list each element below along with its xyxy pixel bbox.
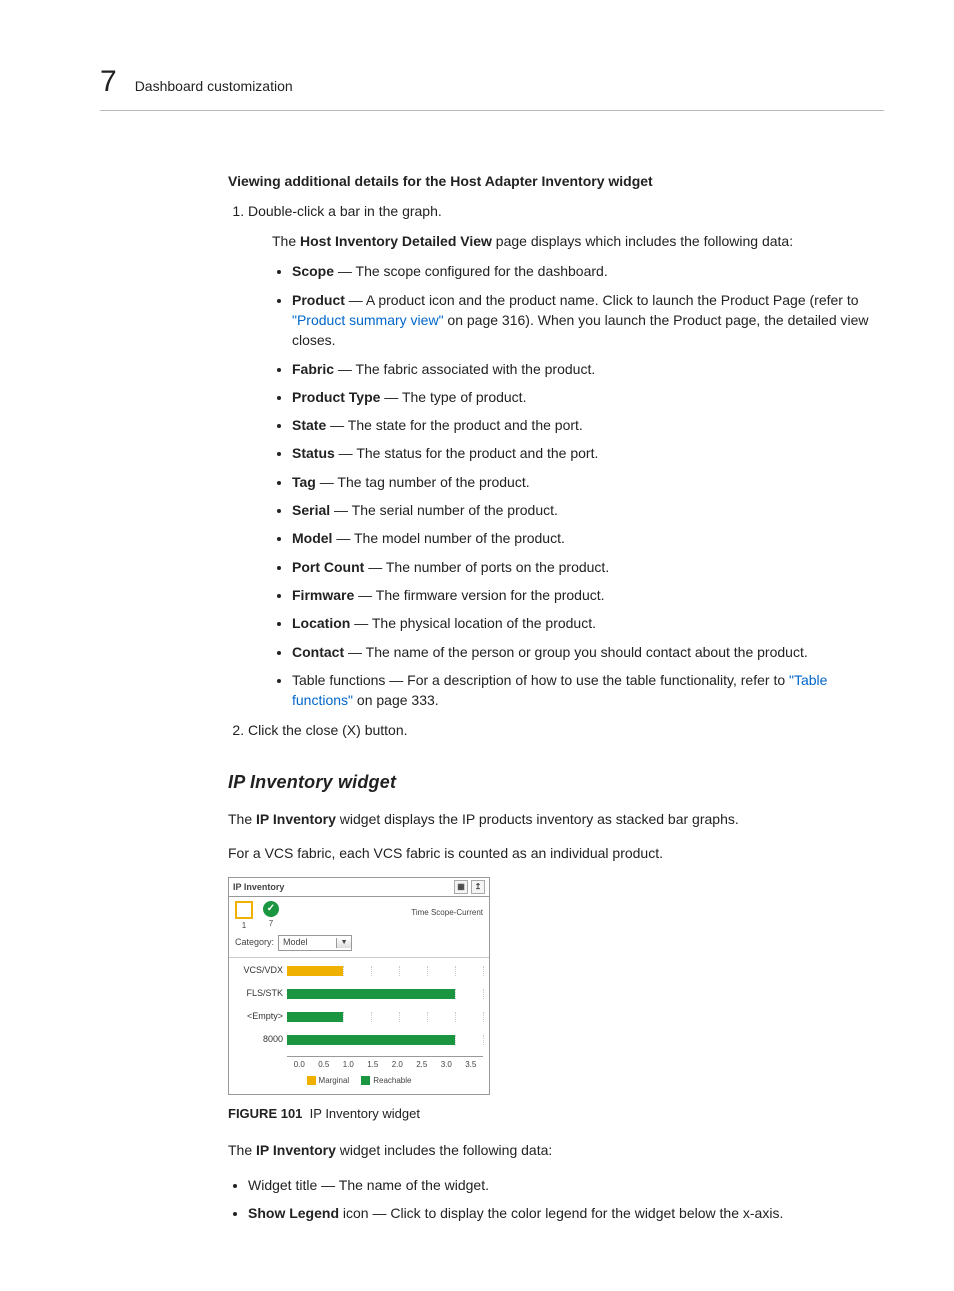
list-item: Product Type — The type of product. [292, 387, 874, 407]
x-tick: 2.5 [410, 1059, 435, 1071]
bar-segment[interactable] [287, 966, 343, 976]
chapter-number: 7 [100, 60, 117, 104]
ip-inventory-widget-figure: IP Inventory ▦ ↥ 1 ✓ 7 Time Scope-Curren… [228, 877, 490, 1095]
list-item: Show Legend icon — Click to display the … [248, 1203, 874, 1223]
list-item: Firmware — The firmware version for the … [292, 585, 874, 605]
category-select[interactable]: Model ▼ [278, 935, 352, 951]
chart-area: VCS/VDXFLS/STK<Empty>8000 0.00.51.01.52.… [229, 957, 489, 1094]
export-icon[interactable]: ↥ [471, 880, 485, 894]
product-summary-link[interactable]: "Product summary view" [292, 312, 444, 328]
bar-track [287, 1012, 483, 1022]
legend-reachable: Reachable [361, 1075, 411, 1087]
bar-label: <Empty> [235, 1010, 287, 1023]
bar-row[interactable]: 8000 [235, 1033, 483, 1046]
widget-title: IP Inventory [233, 881, 284, 894]
field-list: Scope — The scope configured for the das… [272, 261, 874, 710]
list-item: Location — The physical location of the … [292, 613, 874, 633]
list-item: State — The state for the product and th… [292, 415, 874, 435]
widget-status-row: 1 ✓ 7 Time Scope-Current [229, 897, 489, 934]
list-item: Table functions — For a description of h… [292, 670, 874, 711]
detailed-view-name: Host Inventory Detailed View [300, 233, 492, 249]
bar-segment[interactable] [287, 989, 455, 999]
status-marginal[interactable]: 1 [235, 901, 253, 932]
x-axis: 0.00.51.01.52.02.53.03.5 [287, 1056, 483, 1069]
bar-label: FLS/STK [235, 987, 287, 1000]
bar-track [287, 1035, 483, 1045]
grid-icon[interactable]: ▦ [454, 880, 468, 894]
step-text: Double-click a bar in the graph. [248, 203, 442, 219]
bar-segment[interactable] [287, 1012, 343, 1022]
x-tick: 0.0 [287, 1059, 312, 1071]
category-label: Category: [235, 936, 274, 949]
ip-intro-1: The IP Inventory widget displays the IP … [228, 809, 874, 829]
list-item: Product — A product icon and the product… [292, 290, 874, 351]
step-detail: The Host Inventory Detailed View page di… [272, 231, 874, 251]
bar-track [287, 989, 483, 999]
marginal-icon [235, 901, 253, 919]
x-tick: 1.5 [361, 1059, 386, 1071]
list-item: Serial — The serial number of the produc… [292, 500, 874, 520]
main-content: Viewing additional details for the Host … [228, 171, 874, 1224]
time-scope-label: Time Scope-Current [411, 907, 483, 919]
status-reachable[interactable]: ✓ 7 [263, 901, 279, 930]
widget-titlebar: IP Inventory ▦ ↥ [229, 878, 489, 897]
x-tick: 3.0 [434, 1059, 459, 1071]
subsection-heading: Viewing additional details for the Host … [228, 171, 874, 191]
figure-number: FIGURE 101 [228, 1106, 302, 1121]
ip-after-intro: The IP Inventory widget includes the fol… [228, 1140, 874, 1160]
bar-track [287, 966, 483, 976]
figure-title: IP Inventory widget [310, 1106, 420, 1121]
bar-segment[interactable] [287, 1035, 455, 1045]
list-item: Model — The model number of the product. [292, 528, 874, 548]
list-item: Status — The status for the product and … [292, 443, 874, 463]
figure-caption: FIGURE 101 IP Inventory widget [228, 1105, 874, 1124]
marginal-swatch-icon [307, 1076, 316, 1085]
legend-marginal: Marginal [307, 1075, 350, 1087]
ip-inventory-heading: IP Inventory widget [228, 769, 874, 795]
widget-title-icons: ▦ ↥ [454, 880, 485, 894]
list-item: Port Count — The number of ports on the … [292, 557, 874, 577]
bar-row[interactable]: FLS/STK [235, 987, 483, 1000]
list-item: Contact — The name of the person or grou… [292, 642, 874, 662]
x-tick: 3.5 [459, 1059, 484, 1071]
list-item: Fabric — The fabric associated with the … [292, 359, 874, 379]
step-1: Double-click a bar in the graph. The Hos… [248, 201, 874, 711]
chart-legend: Marginal Reachable [235, 1075, 483, 1087]
category-value: Model [279, 936, 336, 949]
list-item: Widget title — The name of the widget. [248, 1175, 874, 1195]
reachable-icon: ✓ [263, 901, 279, 917]
chapter-title: Dashboard customization [135, 76, 293, 96]
step-2: Click the close (X) button. [248, 720, 874, 740]
x-tick: 2.0 [385, 1059, 410, 1071]
bar-chart[interactable]: VCS/VDX FLS/STK <Empty> 8000 [235, 964, 483, 1046]
category-row: Category: Model ▼ [229, 934, 489, 957]
ip-intro-2: For a VCS fabric, each VCS fabric is cou… [228, 843, 874, 863]
bar-label: 8000 [235, 1033, 287, 1046]
list-item: Tag — The tag number of the product. [292, 472, 874, 492]
bar-row[interactable]: <Empty> [235, 1010, 483, 1023]
page-header: 7 Dashboard customization [100, 60, 884, 111]
bar-row[interactable]: VCS/VDX [235, 964, 483, 977]
x-tick: 0.5 [312, 1059, 337, 1071]
ip-field-list: Widget title — The name of the widget. S… [228, 1175, 874, 1224]
list-item: Scope — The scope configured for the das… [292, 261, 874, 281]
chevron-down-icon: ▼ [336, 938, 351, 948]
procedure-list: Double-click a bar in the graph. The Hos… [228, 201, 874, 741]
bar-label: VCS/VDX [235, 964, 287, 977]
reachable-swatch-icon [361, 1076, 370, 1085]
x-tick: 1.0 [336, 1059, 361, 1071]
